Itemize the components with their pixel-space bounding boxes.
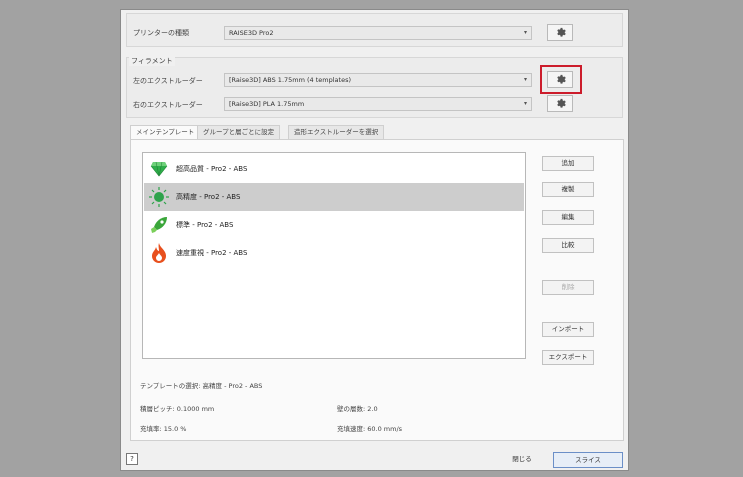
- template-list: 超高品質 - Pro2 - ABS 高精度 - Pro2 - ABS 標準 - …: [142, 152, 526, 359]
- gear-icon: [556, 98, 566, 108]
- chevron-down-icon: ▾: [523, 29, 527, 36]
- printer-select-value: RAISE3D Pro2: [229, 29, 274, 37]
- sparkle-icon: [149, 187, 169, 207]
- edit-button[interactable]: 編集: [542, 210, 594, 225]
- compare-button[interactable]: 比較: [542, 238, 594, 253]
- delete-button[interactable]: 削除: [542, 280, 594, 295]
- template-name: 標準 - Pro2 - ABS: [176, 221, 234, 229]
- close-button[interactable]: 閉じる: [500, 452, 544, 468]
- flame-icon: [149, 243, 169, 263]
- tab-select-extruder[interactable]: 造形エクストルーダーを選択: [288, 125, 385, 139]
- rocket-icon: [149, 215, 169, 235]
- main-template-panel: 超高品質 - Pro2 - ABS 高精度 - Pro2 - ABS 標準 - …: [130, 139, 624, 441]
- export-button[interactable]: エクスポート: [542, 350, 594, 365]
- printer-select[interactable]: RAISE3D Pro2 ▾: [224, 26, 532, 40]
- slice-button[interactable]: スライス: [553, 452, 623, 468]
- layer-pitch-info: 積層ピッチ: 0.1000 mm: [140, 405, 215, 413]
- list-item[interactable]: 標準 - Pro2 - ABS: [144, 211, 524, 239]
- wall-count-info: 壁の層数: 2.0: [337, 405, 378, 413]
- printer-settings-button[interactable]: [547, 24, 573, 41]
- right-extruder-value: [Raise3D] PLA 1.75mm: [229, 100, 305, 108]
- right-extruder-select[interactable]: [Raise3D] PLA 1.75mm ▾: [224, 97, 532, 111]
- tab-main-template[interactable]: メインテンプレート: [130, 125, 201, 140]
- template-name: 高精度 - Pro2 - ABS: [176, 193, 241, 201]
- highlight-box: [540, 65, 582, 94]
- gear-icon: [556, 27, 566, 37]
- list-item-selected[interactable]: 高精度 - Pro2 - ABS: [144, 183, 524, 211]
- selected-template-info: テンプレートの選択: 高精度 - Pro2 - ABS: [140, 382, 263, 390]
- template-name: 超高品質 - Pro2 - ABS: [176, 165, 248, 173]
- chevron-down-icon: ▾: [523, 76, 527, 83]
- template-dialog: プリンターの種類 RAISE3D Pro2 ▾ フィラメント 左のエクストルーダ…: [120, 9, 629, 471]
- import-button[interactable]: インポート: [542, 322, 594, 337]
- diamond-icon: [149, 159, 169, 179]
- right-extruder-settings-button[interactable]: [547, 95, 573, 112]
- infill-speed-info: 充填速度: 60.0 mm/s: [337, 425, 403, 433]
- left-extruder-value: [Raise3D] ABS 1.75mm (4 templates): [229, 76, 352, 84]
- printer-label: プリンターの種類: [133, 29, 189, 37]
- list-item[interactable]: 速度重視 - Pro2 - ABS: [144, 239, 524, 267]
- chevron-down-icon: ▾: [523, 100, 527, 107]
- template-name: 速度重視 - Pro2 - ABS: [176, 249, 248, 257]
- help-button[interactable]: ?: [126, 453, 138, 465]
- list-item[interactable]: 超高品質 - Pro2 - ABS: [144, 155, 524, 183]
- infill-rate-info: 充填率: 15.0 %: [140, 425, 187, 433]
- tab-group-layer-settings[interactable]: グループと層ごとに設定: [197, 125, 281, 139]
- left-extruder-select[interactable]: [Raise3D] ABS 1.75mm (4 templates) ▾: [224, 73, 532, 87]
- copy-button[interactable]: 複製: [542, 182, 594, 197]
- printer-group: プリンターの種類 RAISE3D Pro2 ▾: [126, 13, 623, 47]
- filament-group-title: フィラメント: [129, 56, 175, 66]
- filament-group: フィラメント 左のエクストルーダー [Raise3D] ABS 1.75mm (…: [126, 56, 623, 118]
- right-extruder-label: 右のエクストルーダー: [133, 101, 203, 109]
- left-extruder-label: 左のエクストルーダー: [133, 77, 203, 85]
- add-button[interactable]: 追加: [542, 156, 594, 171]
